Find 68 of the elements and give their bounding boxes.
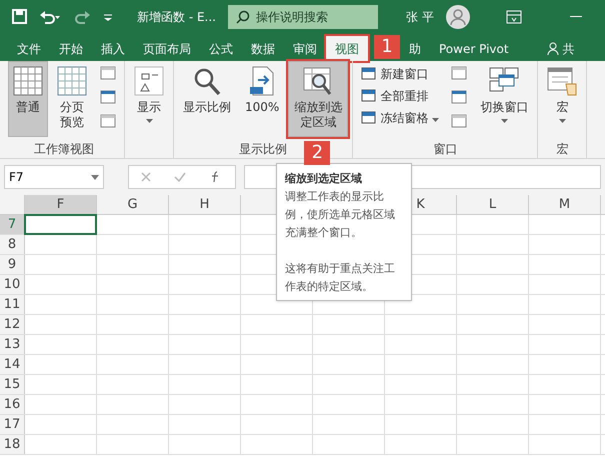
- zoom-selection-icon: [303, 66, 334, 96]
- window-icon: [361, 111, 376, 124]
- tooltip-text: 调整工作表的显示比例，使所选单元格区域充满整个窗口。: [285, 189, 396, 241]
- ribbon-button[interactable]: 100%: [240, 61, 284, 137]
- window-option-icon[interactable]: [451, 65, 468, 81]
- column-header[interactable]: L: [488, 194, 496, 214]
- avatar-icon[interactable]: [446, 4, 470, 28]
- ribbon-tab[interactable]: 文件: [8, 36, 50, 61]
- window-option-icon[interactable]: [100, 113, 116, 129]
- ribbon-button[interactable]: 切换窗口: [475, 61, 534, 137]
- shapes-icon: [134, 66, 164, 96]
- ribbon-button[interactable]: 显示: [129, 61, 169, 137]
- column-header[interactable]: G: [127, 194, 138, 214]
- save-icon[interactable]: [12, 9, 27, 24]
- ribbon-tab[interactable]: 数据: [242, 36, 284, 61]
- ribbon-tab[interactable]: Power Pivot: [430, 36, 518, 61]
- window-option-icon[interactable]: [100, 89, 116, 105]
- group-label: 宏: [556, 141, 568, 158]
- ribbon-tab[interactable]: 视图: [326, 36, 368, 61]
- ribbon-menu-item[interactable]: 冻结窗格: [361, 109, 440, 126]
- step-number-badge: 1: [374, 35, 400, 59]
- ribbon-display-icon[interactable]: [506, 10, 522, 24]
- group-label: 工作簿视图: [34, 141, 94, 158]
- minimize-icon[interactable]: [570, 16, 582, 18]
- ribbon-tab[interactable]: 公式: [200, 36, 242, 61]
- window-icon: [361, 89, 376, 102]
- ribbon-tab[interactable]: 开始: [50, 36, 92, 61]
- tooltip-title: 缩放到选定区域: [285, 171, 363, 187]
- search-field[interactable]: 操作说明搜索: [228, 4, 378, 28]
- redo-icon[interactable]: [73, 8, 91, 24]
- grid-icon: [13, 66, 43, 96]
- tooltip-text: 这将有助于重点关注工作表的特定区域。: [285, 261, 396, 295]
- ribbon-button[interactable]: 普通: [8, 61, 48, 137]
- ribbon-button[interactable]: 缩放到选定区域: [288, 61, 348, 137]
- name-box[interactable]: F7: [4, 165, 104, 189]
- window-option-icon[interactable]: [451, 89, 468, 105]
- ribbon-menu-item[interactable]: 新建窗口: [361, 65, 440, 82]
- person-add-icon: [546, 42, 559, 56]
- window-icon: [361, 67, 376, 80]
- user-name: 张 平: [406, 8, 434, 26]
- document-title: 新增函数 - E...: [137, 8, 216, 26]
- macro-icon: [547, 66, 578, 96]
- ribbon-button[interactable]: 宏: [542, 61, 582, 137]
- active-cell[interactable]: [24, 214, 97, 235]
- group-label: 显示比例: [239, 141, 288, 158]
- magnifier-icon: [192, 66, 222, 96]
- group-label: 窗口: [433, 141, 458, 158]
- ribbon-button[interactable]: 分页预览: [52, 61, 92, 137]
- undo-icon[interactable]: [39, 8, 61, 24]
- search-icon: [236, 10, 250, 24]
- ribbon-button[interactable]: 显示比例: [178, 61, 236, 137]
- window-option-icon[interactable]: [100, 65, 116, 81]
- column-header[interactable]: F: [56, 194, 64, 214]
- customize-icon[interactable]: [103, 12, 113, 22]
- column-header[interactable]: M: [558, 194, 570, 214]
- grid-icon: [57, 66, 87, 96]
- step-number-badge: 2: [304, 141, 330, 165]
- ribbon-tab[interactable]: 页面布局: [134, 36, 200, 61]
- check-icon[interactable]: [174, 172, 186, 182]
- ribbon-tab[interactable]: 共: [538, 36, 584, 61]
- ribbon-tab[interactable]: 插入: [92, 36, 134, 61]
- column-header[interactable]: H: [200, 194, 210, 214]
- caret-icon: [91, 174, 99, 180]
- column-header[interactable]: K: [416, 194, 425, 214]
- ribbon-menu-item[interactable]: 全部重排: [361, 87, 440, 104]
- ribbon-tab[interactable]: 审阅: [284, 36, 326, 61]
- ribbon-tab[interactable]: 助: [400, 36, 430, 61]
- window-option-icon[interactable]: [451, 113, 468, 129]
